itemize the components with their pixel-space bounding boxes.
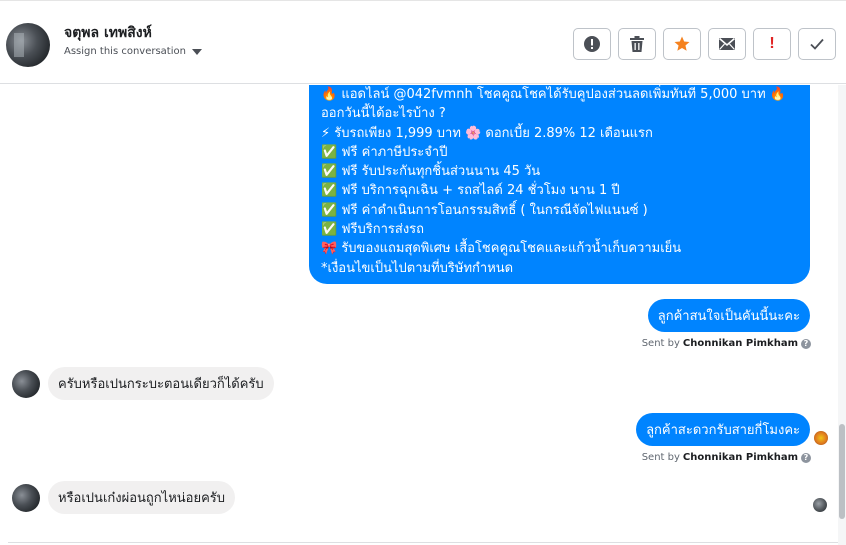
contact-avatar-small (12, 370, 40, 398)
promo-line: *เงื่อนไขเป็นไปตามที่บริษัทกำหนด (321, 260, 514, 276)
trash-icon (630, 36, 644, 52)
envelope-icon (718, 37, 736, 50)
exclamation-icon: ! (769, 35, 775, 52)
contact-avatar[interactable] (6, 23, 50, 67)
help-icon[interactable]: ? (801, 452, 811, 463)
promo-line: 🎀 รับของแถมสุดพิเศษ เสื้อโชคคูณโชคและแก้… (321, 241, 682, 257)
assign-label: Assign this conversation (64, 46, 186, 57)
help-icon[interactable]: ? (801, 338, 811, 349)
delete-button[interactable] (618, 28, 656, 60)
promo-line: ⚡ รับรถเพียง 1,999 บาท 🌸 ดอกเบี้ย 2.89% … (321, 125, 653, 141)
sent-by-label: Sent by Chonnikan Pimkham ? (642, 452, 811, 463)
sender-name: Chonnikan Pimkham (682, 338, 798, 349)
sent-by-label: Sent by Chonnikan Pimkham ? (642, 338, 811, 349)
incoming-message-bubble[interactable]: หรือเปนเก๋งผ่อนถูกไหน่อยครับ (48, 481, 236, 514)
incoming-message-bubble[interactable]: ครับหรือเปนกระบะตอนเดียวก็ได้ครับ (48, 367, 274, 400)
conversation-toolbar: ! (573, 28, 836, 60)
sender-name: Chonnikan Pimkham (682, 452, 798, 463)
caret-down-icon (191, 48, 202, 55)
promo-line: ✅ ฟรี ค่าภาษีประจำปี (321, 144, 448, 160)
conversation-header: จตุพล เทพสิงห์ Assign this conversation (0, 0, 846, 84)
done-button[interactable] (798, 28, 836, 60)
important-button[interactable]: ! (753, 28, 791, 60)
promo-line: ✅ ฟรีบริการส่งรถ (321, 222, 425, 238)
mark-unread-button[interactable] (708, 28, 746, 60)
contact-name[interactable]: จตุพล เทพสิงห์ (64, 22, 152, 44)
seen-indicator-icon (814, 431, 828, 445)
scrollbar-thumb[interactable] (839, 424, 845, 519)
promo-line: 🔥 แอดไลน์ @042fvmnh โชคคูณโชคได้รับคูปอง… (321, 87, 786, 102)
message-thread[interactable]: 🔥 แอดไลน์ @042fvmnh โชคคูณโชคได้รับคูปอง… (0, 85, 838, 545)
checkmark-icon (810, 38, 824, 50)
promo-line: ออกวันนี้ได้อะไรบ้าง ? (321, 106, 446, 122)
promo-message-bubble[interactable]: 🔥 แอดไลน์ @042fvmnh โชคคูณโชคได้รับคูปอง… (309, 85, 810, 284)
sent-by-prefix: Sent by (641, 338, 680, 349)
promo-line: ✅ ฟรี รับประกันทุกชิ้นส่วนนาน 45 วัน (321, 164, 541, 180)
contact-avatar-small (12, 484, 40, 512)
read-receipt-avatar-icon (813, 498, 827, 512)
outgoing-message-bubble[interactable]: ลูกค้าสะดวกรับสายกี่โมงคะ (636, 413, 810, 446)
outgoing-message-bubble[interactable]: ลูกค้าสนใจเป็นคันนี้นะคะ (647, 299, 810, 332)
promo-line: ✅ ฟรี ค่าดำเนินการโอนกรรมสิทธิ์ ( ในกรณี… (321, 202, 648, 218)
spam-button[interactable] (573, 28, 611, 60)
alert-circle-icon (584, 36, 600, 52)
star-icon (674, 36, 690, 51)
assign-conversation-dropdown[interactable]: Assign this conversation (64, 46, 202, 57)
sent-by-prefix: Sent by (641, 452, 680, 463)
star-button[interactable] (663, 28, 701, 60)
promo-line: ✅ ฟรี บริการฉุกเฉิน + รถสไลด์ 24 ชั่วโมง… (321, 183, 620, 199)
